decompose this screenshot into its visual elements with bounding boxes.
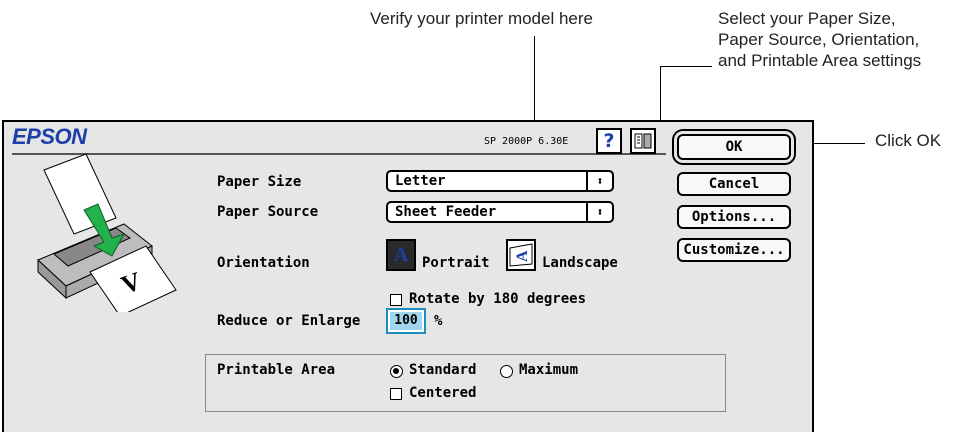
- scale-percent-input[interactable]: 100: [386, 308, 426, 334]
- epson-logo: EPSON: [12, 124, 87, 149]
- paper-source-value: Sheet Feeder: [395, 204, 497, 220]
- paper-size-value: Letter: [395, 173, 446, 189]
- orientation-label: Orientation: [217, 255, 310, 271]
- reduce-enlarge-label: Reduce or Enlarge: [217, 313, 361, 329]
- rotate-180-label[interactable]: Rotate by 180 degrees: [409, 291, 586, 307]
- paper-size-select[interactable]: Letter ⬍: [386, 170, 614, 192]
- standard-radio[interactable]: [390, 365, 403, 378]
- centered-label[interactable]: Centered: [409, 385, 476, 401]
- printable-area-label: Printable Area: [217, 362, 336, 378]
- connector-line: [534, 36, 535, 128]
- ok-button[interactable]: OK: [677, 134, 791, 160]
- centered-checkbox[interactable]: [390, 388, 402, 400]
- printer-illustration: V: [37, 153, 177, 312]
- portrait-icon[interactable]: A: [386, 239, 416, 271]
- callout-settings-line1: Select your Paper Size,: [718, 9, 896, 28]
- rotate-180-checkbox[interactable]: [390, 294, 402, 306]
- landscape-icon[interactable]: A: [506, 239, 536, 271]
- portrait-label[interactable]: Portrait: [422, 255, 489, 271]
- callout-click-ok: Click OK: [875, 131, 942, 150]
- paper-source-label: Paper Source: [217, 204, 319, 220]
- print-setup-dialog: EPSON SP 2000P 6.30E ? OK Cancel Options…: [2, 120, 814, 432]
- connector-line: [660, 66, 712, 67]
- cancel-button[interactable]: Cancel: [677, 172, 791, 196]
- paper-size-label: Paper Size: [217, 174, 302, 190]
- printer-version: SP 2000P 6.30E: [484, 136, 569, 147]
- paper-source-select[interactable]: Sheet Feeder ⬍: [386, 201, 614, 223]
- callout-verify-model: Verify your printer model here: [370, 9, 593, 28]
- callout-settings: Select your Paper Size, Paper Source, Or…: [718, 8, 974, 71]
- up-down-arrows-icon: ⬍: [586, 172, 612, 190]
- help-icon[interactable]: ?: [596, 128, 622, 154]
- percent-unit: %: [434, 313, 443, 329]
- callout-settings-line3: and Printable Area settings: [718, 51, 922, 70]
- scale-percent-value: 100: [390, 312, 422, 330]
- up-down-arrows-icon: ⬍: [586, 203, 612, 221]
- maximum-label[interactable]: Maximum: [519, 362, 578, 378]
- svg-text:A: A: [514, 250, 531, 262]
- callout-settings-line2: Paper Source, Orientation,: [718, 30, 920, 49]
- landscape-label[interactable]: Landscape: [542, 255, 618, 271]
- standard-label[interactable]: Standard: [409, 362, 476, 378]
- maximum-radio[interactable]: [500, 365, 513, 378]
- customize-button[interactable]: Customize...: [677, 238, 791, 262]
- options-button[interactable]: Options...: [677, 205, 791, 229]
- utility-icon[interactable]: [630, 128, 656, 154]
